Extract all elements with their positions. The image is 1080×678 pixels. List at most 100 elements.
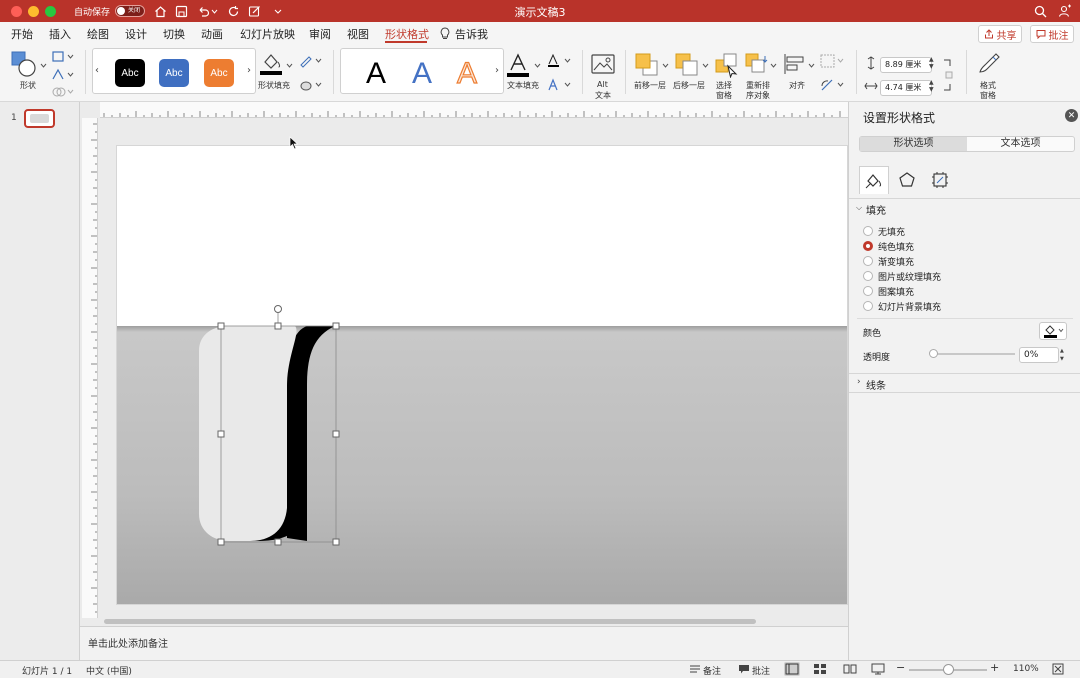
text-box-icon[interactable] (52, 68, 74, 82)
alt-text-icon[interactable] (590, 52, 616, 78)
group-icon[interactable] (820, 54, 846, 68)
reorder-objects-icon[interactable] (744, 52, 770, 78)
zoom-in-button[interactable]: + (990, 661, 999, 674)
chevron-right-icon[interactable]: › (857, 377, 861, 387)
chevron-down-icon[interactable]: ⌵ (856, 203, 862, 213)
wordart-black[interactable]: A (362, 59, 390, 89)
style-swatch-orange[interactable]: Abc (204, 59, 234, 87)
slideshow-icon[interactable] (871, 663, 885, 675)
line-section-header[interactable]: 线条 (866, 377, 886, 392)
account-icon[interactable] (1057, 3, 1073, 19)
tab-insert[interactable]: 插入 (49, 26, 71, 42)
fill-line-icon[interactable] (859, 166, 889, 194)
tab-draw[interactable]: 绘图 (87, 26, 109, 42)
height-input[interactable]: 8.89 厘米 (880, 57, 932, 73)
slide-sorter-icon[interactable] (813, 663, 827, 675)
horizontal-scrollbar[interactable] (104, 619, 756, 624)
tab-review[interactable]: 审阅 (309, 26, 331, 42)
notes-area[interactable]: 单击此处添加备注 (80, 626, 848, 660)
zoom-window-button[interactable] (45, 6, 56, 17)
height-stepper[interactable]: ▲ ▼ (929, 56, 937, 72)
undo-icon[interactable] (195, 3, 211, 19)
transparency-stepper[interactable]: ▲ ▼ (1060, 347, 1068, 363)
transparency-slider[interactable] (933, 353, 1015, 355)
close-window-button[interactable] (11, 6, 22, 17)
shape-fill-dropdown-icon[interactable] (286, 60, 294, 68)
tab-tell-me[interactable]: 告诉我 (455, 26, 488, 42)
shape-effects-icon[interactable] (299, 78, 323, 92)
save-icon[interactable] (173, 3, 189, 19)
redo-icon[interactable] (225, 3, 241, 19)
more-icon[interactable] (270, 3, 286, 19)
style-swatch-blue[interactable]: Abc (159, 59, 189, 87)
size-properties-icon[interactable] (925, 166, 955, 194)
bring-forward-dropdown-icon[interactable] (662, 60, 670, 68)
resize-handle-ml[interactable] (217, 430, 225, 438)
tab-view[interactable]: 视图 (347, 26, 369, 42)
shape-fill-icon[interactable] (260, 50, 284, 76)
notes-toggle-label[interactable]: 备注 (703, 664, 721, 677)
text-fill-dropdown-icon[interactable] (534, 60, 542, 68)
edit-shape-icon[interactable] (52, 50, 74, 64)
effects-pentagon-icon[interactable] (892, 166, 922, 194)
selection-pane-icon[interactable] (714, 52, 740, 79)
tab-animations[interactable]: 动画 (201, 26, 223, 42)
send-backward-dropdown-icon[interactable] (702, 60, 710, 68)
resize-handle-tl[interactable] (217, 322, 225, 330)
width-input[interactable]: 4.74 厘米 (880, 80, 932, 96)
radio-solid-fill[interactable] (863, 241, 873, 251)
width-stepper[interactable]: ▲ ▼ (929, 79, 937, 95)
send-backward-icon[interactable] (674, 52, 700, 78)
tab-transitions[interactable]: 切换 (163, 26, 185, 42)
format-pane-icon[interactable] (976, 50, 1002, 78)
text-options-tab[interactable]: 文本选项 (967, 137, 1074, 151)
shape-options-tab[interactable]: 形状选项 (860, 137, 967, 151)
resize-handle-mr[interactable] (332, 430, 340, 438)
rounded-rectangle-shape[interactable] (117, 146, 848, 605)
zoom-out-button[interactable]: − (896, 661, 905, 674)
rotate-icon[interactable] (820, 78, 846, 92)
minimize-window-button[interactable] (28, 6, 39, 17)
bring-forward-icon[interactable] (634, 52, 660, 78)
style-swatch-black[interactable]: Abc (115, 59, 145, 87)
resize-handle-br[interactable] (332, 538, 340, 546)
merge-shapes-icon[interactable] (52, 85, 74, 99)
shapes-icon[interactable] (10, 50, 38, 78)
text-fill-icon[interactable] (507, 52, 533, 78)
autosave-toggle[interactable]: 关闭 (115, 5, 145, 17)
tab-design[interactable]: 设计 (125, 26, 147, 42)
gallery-right-arrow[interactable]: › (247, 65, 251, 76)
tab-shape-format[interactable]: 形状格式 (385, 26, 429, 42)
lock-aspect-icon[interactable] (942, 58, 954, 92)
zoom-level[interactable]: 110% (1013, 664, 1039, 674)
comments-toggle-label[interactable]: 批注 (752, 664, 770, 677)
comments-icon[interactable] (738, 664, 750, 675)
radio-pattern-fill[interactable] (863, 286, 873, 296)
text-outline-icon[interactable] (547, 53, 573, 68)
rotate-handle[interactable] (274, 305, 282, 313)
language[interactable]: 中文 (中国) (86, 664, 132, 677)
resize-handle-bc[interactable] (274, 538, 282, 546)
wordart-right-arrow[interactable]: › (495, 65, 499, 76)
search-icon[interactable] (1032, 3, 1048, 19)
slide-canvas[interactable] (116, 145, 848, 605)
close-pane-icon[interactable]: ✕ (1065, 109, 1078, 122)
transparency-input[interactable]: 0% (1019, 347, 1059, 363)
wordart-orange-outline[interactable]: A (453, 58, 481, 89)
undo-dropdown-icon[interactable] (210, 3, 218, 19)
share-button[interactable]: 共享 (978, 25, 1022, 43)
edit-icon[interactable] (246, 3, 262, 19)
resize-handle-bl[interactable] (217, 538, 225, 546)
reorder-dropdown-icon[interactable] (770, 60, 778, 68)
home-icon[interactable] (152, 3, 168, 19)
align-dropdown-icon[interactable] (808, 60, 816, 68)
text-effects-icon[interactable] (547, 78, 573, 92)
radio-slide-bg-fill[interactable] (863, 301, 873, 311)
transparency-slider-knob[interactable] (929, 349, 938, 358)
shape-outline-icon[interactable] (299, 54, 323, 68)
notes-icon[interactable] (689, 664, 701, 675)
wordart-blue[interactable]: A (408, 59, 436, 89)
radio-picture-fill[interactable] (863, 271, 873, 281)
align-icon[interactable] (782, 52, 808, 76)
slide-thumbnail[interactable] (24, 109, 55, 128)
